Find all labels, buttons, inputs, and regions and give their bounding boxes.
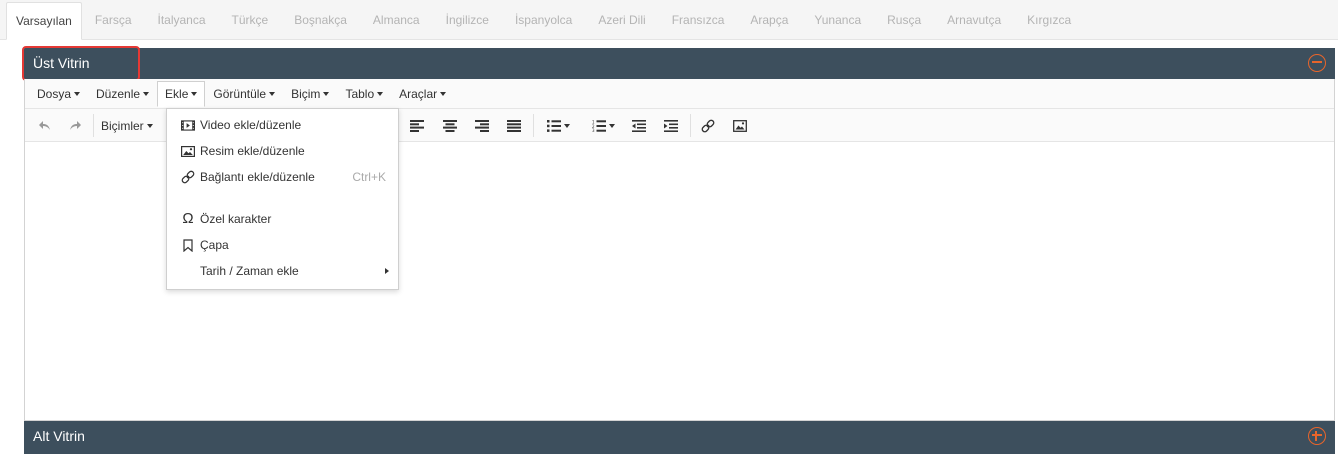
section-title: Üst Vitrin (33, 55, 90, 71)
menu-goruntule[interactable]: Görüntüle (205, 81, 283, 107)
caret-down-icon (146, 124, 153, 128)
tab-kirgizca[interactable]: Kırgızca (1014, 2, 1084, 40)
menu-tablo[interactable]: Tablo (337, 81, 391, 107)
menu-label: Tablo (345, 86, 375, 101)
omega-icon: Ω (182, 210, 194, 227)
svg-text:3: 3 (592, 128, 595, 132)
tab-arapca[interactable]: Arapça (737, 2, 801, 40)
menu-label: Ekle (165, 86, 189, 101)
menu-ekle[interactable]: Ekle (157, 80, 206, 107)
bookmark-icon (181, 238, 195, 252)
indent-icon[interactable] (661, 115, 681, 137)
tab-fransizca[interactable]: Fransızca (659, 2, 738, 40)
section-title: Alt Vitrin (33, 428, 85, 444)
align-right-icon[interactable] (472, 115, 492, 137)
tab-turkce[interactable]: Türkçe (219, 2, 282, 40)
caret-down-icon (563, 124, 570, 128)
language-tab-list: Varsayılan Farsça İtalyanca Türkçe Boşna… (0, 0, 1338, 40)
menu-label: Biçim (291, 86, 321, 101)
redo-icon[interactable] (65, 115, 85, 137)
tab-ingilizce[interactable]: İngilizce (433, 2, 502, 40)
link-icon (181, 170, 195, 184)
tab-italyanca[interactable]: İtalyanca (145, 2, 219, 40)
caret-down-icon (608, 124, 615, 128)
editor-menubar: Dosya Düzenle Ekle Görüntüle Biçim Tablo… (25, 79, 1334, 109)
formats-select[interactable]: Biçimler (101, 115, 153, 137)
numbered-list-icon[interactable]: 123 (585, 115, 621, 137)
language-tabs: Varsayılan Farsça İtalyanca Türkçe Boşna… (0, 0, 1338, 40)
video-icon (181, 118, 195, 132)
caret-down-icon (269, 91, 276, 96)
shortcut-label: Ctrl+K (352, 170, 386, 184)
menu-item-special-char[interactable]: Ω Özel karakter (167, 206, 398, 232)
tab-arnavutca[interactable]: Arnavutça (934, 2, 1014, 40)
tab-azeri-dili[interactable]: Azeri Dili (585, 2, 658, 40)
section-header-alt-vitrin[interactable]: Alt Vitrin (24, 421, 1335, 454)
tab-almanca[interactable]: Almanca (360, 2, 433, 40)
menu-dosya[interactable]: Dosya (29, 81, 88, 107)
caret-down-icon (440, 91, 447, 96)
align-left-icon[interactable] (407, 115, 427, 137)
align-center-icon[interactable] (440, 115, 460, 137)
caret-down-icon (143, 91, 150, 96)
menu-bicim[interactable]: Biçim (283, 81, 337, 107)
tab-farsca[interactable]: Farsça (82, 2, 145, 40)
menu-item-link[interactable]: Bağlantı ekle/düzenle Ctrl+K (167, 164, 398, 190)
tab-ispanyolca[interactable]: İspanyolca (502, 2, 585, 40)
formats-label: Biçimler (101, 119, 144, 133)
toolbar-separator (533, 114, 534, 137)
outdent-icon[interactable] (629, 115, 649, 137)
menu-item-label: Bağlantı ekle/düzenle (200, 170, 315, 184)
menu-item-image[interactable]: Resim ekle/düzenle (167, 138, 398, 164)
toolbar-separator (690, 114, 691, 137)
menu-item-datetime[interactable]: Tarih / Zaman ekle (167, 258, 398, 284)
caret-down-icon (323, 91, 330, 96)
menu-label: Görüntüle (213, 86, 267, 101)
align-justify-icon[interactable] (504, 115, 524, 137)
insert-menu-dropdown: Video ekle/düzenle Resim ekle/düzenle Ba… (166, 108, 399, 290)
chevron-right-icon (385, 268, 389, 274)
tab-varsayilan[interactable]: Varsayılan (6, 2, 82, 40)
caret-down-icon (74, 91, 81, 96)
undo-icon[interactable] (35, 115, 55, 137)
expand-circle-icon[interactable] (1308, 427, 1326, 445)
menu-item-label: Tarih / Zaman ekle (200, 264, 299, 278)
menu-label: Düzenle (96, 86, 141, 101)
image-icon[interactable] (730, 115, 750, 137)
section-header-ust-vitrin[interactable]: Üst Vitrin (24, 48, 1335, 79)
menu-item-video[interactable]: Video ekle/düzenle (167, 112, 398, 138)
caret-down-icon (191, 91, 198, 96)
bullet-list-icon[interactable] (540, 115, 576, 137)
collapse-circle-icon[interactable] (1308, 54, 1326, 72)
tab-yunanca[interactable]: Yunanca (801, 2, 874, 40)
tab-rusca[interactable]: Rusça (874, 2, 934, 40)
tab-bosnakca[interactable]: Boşnakça (281, 2, 360, 40)
menu-item-anchor[interactable]: Çapa (167, 232, 398, 258)
caret-down-icon (377, 91, 384, 96)
menu-item-label: Çapa (200, 238, 229, 252)
menu-label: Dosya (37, 86, 72, 101)
menu-duzenle[interactable]: Düzenle (88, 81, 157, 107)
toolbar-separator (93, 114, 94, 137)
menu-item-label: Resim ekle/düzenle (200, 144, 305, 158)
menu-item-label: Video ekle/düzenle (200, 118, 302, 132)
menu-label: Araçlar (399, 86, 438, 101)
menu-araclar[interactable]: Araçlar (391, 81, 454, 107)
menu-item-label: Özel karakter (200, 212, 272, 226)
image-icon (181, 144, 195, 158)
link-icon[interactable] (698, 115, 718, 137)
